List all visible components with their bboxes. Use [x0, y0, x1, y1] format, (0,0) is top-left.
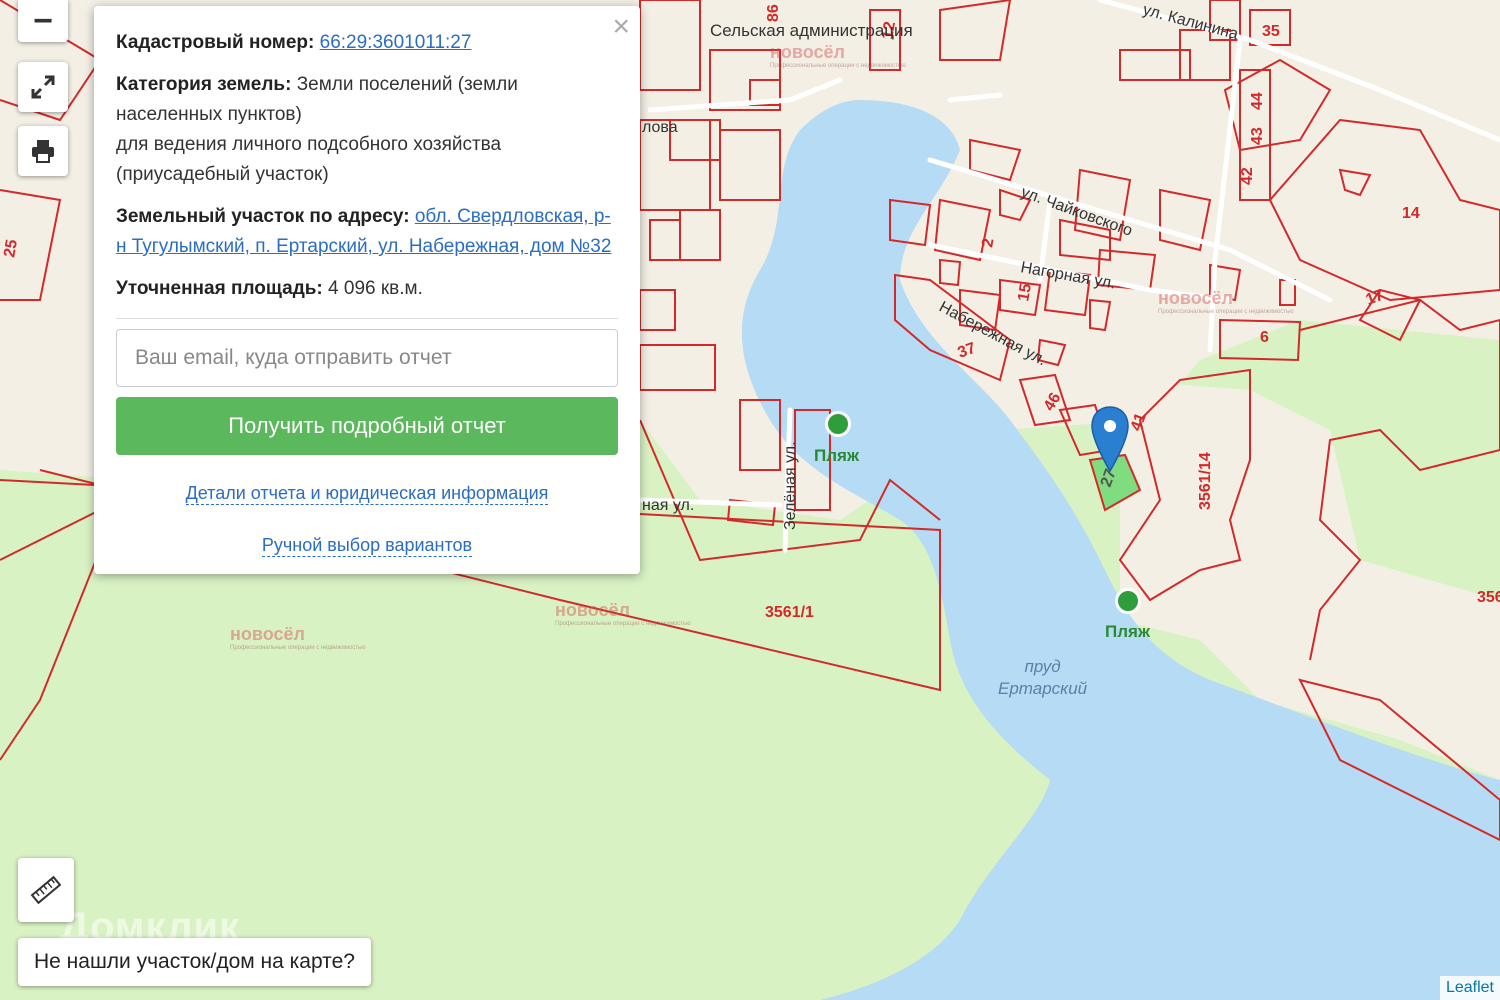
close-icon[interactable]: ×	[612, 12, 630, 42]
parcel-label: 6	[1260, 329, 1269, 346]
parcel-label: 86	[765, 4, 782, 22]
email-input[interactable]	[116, 329, 618, 387]
lake-label: пруд Ертарский	[998, 656, 1087, 700]
cadastral-number-row: Кадастровый номер: 66:29:3601011:27	[116, 28, 618, 58]
watermark-logo: новосёлПрофессиональные операции с недви…	[555, 600, 691, 627]
report-details-link[interactable]: Детали отчета и юридическая информация	[185, 483, 549, 505]
parcel-label: 3561/1	[765, 604, 814, 621]
category-label: Категория земель:	[116, 74, 292, 95]
beach-icon[interactable]	[825, 411, 851, 437]
fullscreen-button[interactable]	[18, 62, 68, 112]
beach-icon[interactable]	[1115, 588, 1141, 614]
minus-icon: −	[33, 2, 53, 40]
area-row: Уточненная площадь: 4 096 кв.м.	[116, 274, 618, 304]
location-marker-icon[interactable]	[1090, 405, 1130, 475]
land-category-row: Категория земель: Земли поселений (земли…	[116, 70, 618, 190]
ruler-icon	[30, 875, 62, 905]
lake-label-line-2: Ертарский	[998, 679, 1088, 698]
area-value: 4 096 кв.м.	[328, 278, 423, 299]
land-purpose: для ведения личного подсобного хозяйства…	[116, 134, 502, 185]
expand-icon	[31, 75, 55, 99]
leaflet-link[interactable]: Leaflet	[1446, 979, 1494, 997]
beach-label: Пляж	[814, 446, 859, 465]
zoom-out-button[interactable]: −	[18, 0, 68, 42]
parcel-label: 356	[1477, 589, 1500, 606]
lake-label-line-1: пруд	[1024, 657, 1061, 676]
print-button[interactable]	[18, 126, 68, 176]
watermark-logo: новосёлПрофессиональные операции с недви…	[770, 42, 906, 69]
not-found-button[interactable]: Не нашли участок/дом на карте?	[18, 938, 371, 986]
admin-label: Сельская администрация	[710, 21, 913, 40]
street-label: ная ул.	[642, 497, 694, 514]
street-label: лова	[642, 119, 678, 136]
divider	[116, 318, 618, 319]
parcel-info-popup: × Кадастровый номер: 66:29:3601011:27 Ка…	[94, 6, 640, 574]
area-label: Уточненная площадь:	[116, 278, 323, 299]
watermark-logo: новосёлПрофессиональные операции с недви…	[230, 624, 366, 651]
beach-label: Пляж	[1105, 622, 1150, 641]
printer-icon	[32, 140, 54, 163]
measure-button[interactable]	[18, 858, 74, 922]
cadastral-label: Кадастровый номер:	[116, 32, 315, 53]
get-report-button[interactable]: Получить подробный отчет	[116, 397, 618, 455]
parcel-label: 25	[1, 238, 21, 259]
parcel-label: 35	[1262, 23, 1280, 40]
watermark-logo: новосёлПрофессиональные операции с недви…	[1158, 288, 1294, 315]
parcel-label: 3561/14	[1197, 452, 1214, 510]
parcel-label: 43	[1249, 127, 1266, 145]
address-row: Земельный участок по адресу: обл. Свердл…	[116, 202, 618, 262]
parcel-label: 15	[1015, 282, 1035, 303]
street-label: Зелёная ул.	[782, 441, 799, 530]
map-attribution: Leaflet	[1439, 976, 1500, 1000]
parcel-label: 42	[1239, 167, 1256, 185]
cadastral-number-link[interactable]: 66:29:3601011:27	[320, 32, 472, 53]
address-label: Земельный участок по адресу:	[116, 206, 410, 227]
parcel-label: 44	[1249, 92, 1266, 110]
manual-selection-link[interactable]: Ручной выбор вариантов	[261, 535, 473, 557]
parcel-label: 14	[1402, 205, 1420, 222]
